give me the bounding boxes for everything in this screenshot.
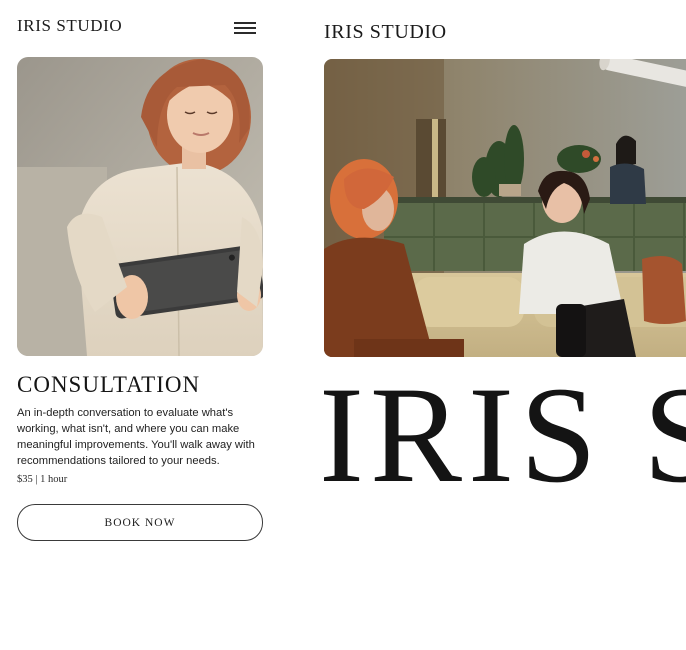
page-root: IRIS STUDIO CONSULTATION An in-depth con… xyxy=(0,0,686,650)
menu-line xyxy=(234,27,256,29)
book-now-button[interactable]: BOOK NOW xyxy=(17,504,263,541)
service-image xyxy=(17,57,263,356)
service-description: An in-depth conversation to evaluate wha… xyxy=(17,407,255,467)
brand-logo[interactable]: IRIS STUDIO xyxy=(17,16,122,36)
service-price-duration: $35 | 1 hour xyxy=(17,474,68,485)
studio-hero-panel: IRIS STUDIO IRIS xyxy=(324,0,686,650)
hero-wordmark: IRIS STUDIO xyxy=(324,358,686,511)
menu-line xyxy=(234,32,256,34)
hamburger-menu-icon[interactable] xyxy=(232,18,258,38)
service-card-panel: IRIS STUDIO CONSULTATION An in-depth con… xyxy=(17,0,263,650)
service-photo-illustration xyxy=(17,57,263,356)
studio-photo-illustration xyxy=(324,59,686,357)
studio-hero-image xyxy=(324,59,686,357)
service-title: CONSULTATION xyxy=(17,372,201,397)
menu-line xyxy=(234,22,256,24)
brand-logo-large-header[interactable]: IRIS STUDIO xyxy=(324,21,447,44)
